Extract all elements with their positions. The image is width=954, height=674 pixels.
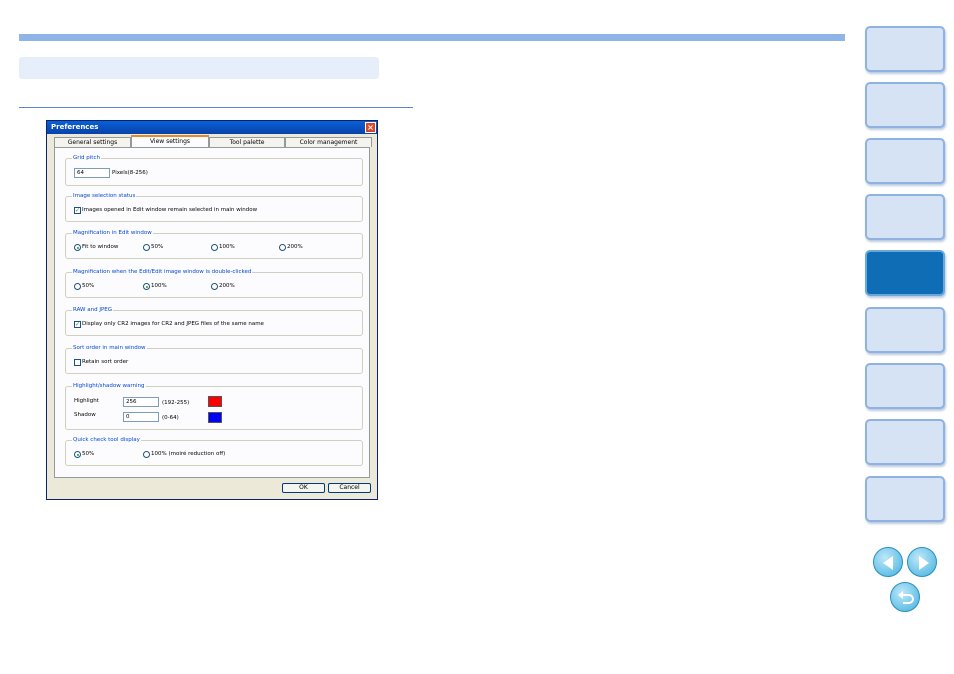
nav-button-4[interactable] bbox=[865, 194, 945, 240]
radio-label: 50% bbox=[82, 283, 95, 289]
group-title: Quick check tool display bbox=[72, 436, 141, 444]
grid-pitch-input[interactable]: 64 bbox=[74, 168, 110, 178]
nav-button-5[interactable] bbox=[865, 250, 945, 296]
ok-button[interactable]: OK bbox=[282, 483, 325, 493]
group-title: Grid pitch bbox=[72, 154, 101, 162]
image-selection-group: Image selection status ✓ Images opened i… bbox=[65, 192, 363, 222]
magnification-group: Magnification in Edit window Fit to wind… bbox=[65, 229, 363, 259]
group-title: Sort order in main window bbox=[72, 344, 147, 352]
radio-100[interactable] bbox=[143, 283, 150, 290]
tab-general-settings[interactable]: General settings bbox=[54, 137, 131, 147]
radio-fit-to-window[interactable] bbox=[74, 244, 81, 251]
tab-view-settings[interactable]: View settings bbox=[131, 135, 209, 147]
shadow-color-swatch[interactable] bbox=[208, 412, 222, 423]
preferences-dialog: Preferences × General settings View sett… bbox=[46, 120, 378, 500]
radio-label: 200% bbox=[287, 244, 303, 250]
tab-color-management[interactable]: Color management bbox=[285, 137, 372, 147]
raw-jpeg-checkbox[interactable]: ✓ bbox=[74, 321, 81, 328]
group-title: Image selection status bbox=[72, 192, 137, 200]
nav-button-2[interactable] bbox=[865, 82, 945, 128]
highlight-input[interactable]: 256 bbox=[123, 397, 159, 407]
section-heading-bar bbox=[19, 57, 379, 79]
dialog-title: Preferences bbox=[47, 121, 377, 134]
highlight-range: (192-255) bbox=[162, 400, 190, 406]
tab-bar: General settings View settings Tool pale… bbox=[54, 135, 372, 147]
return-icon[interactable] bbox=[890, 582, 920, 612]
grid-pitch-group: Grid pitch 64 Pixels(8-256) bbox=[65, 154, 363, 186]
radio-50[interactable] bbox=[143, 244, 150, 251]
next-page-icon[interactable] bbox=[907, 547, 937, 577]
previous-page-icon[interactable] bbox=[873, 547, 903, 577]
radio-label: 100% (moiré reduction off) bbox=[151, 451, 226, 457]
highlight-color-swatch[interactable] bbox=[208, 396, 222, 407]
retain-sort-order-label: Retain sort order bbox=[82, 359, 129, 365]
shadow-range: (0-64) bbox=[162, 415, 179, 421]
radio-label: 100% bbox=[151, 283, 167, 289]
nav-button-9[interactable] bbox=[865, 476, 945, 522]
group-title: RAW and JPEG bbox=[72, 306, 114, 314]
raw-jpeg-group: RAW and JPEG ✓ Display only CR2 images f… bbox=[65, 306, 363, 336]
radio-label: Fit to window bbox=[82, 244, 119, 250]
radio-50[interactable] bbox=[74, 451, 81, 458]
radio-label: 200% bbox=[219, 283, 235, 289]
header-bar bbox=[19, 34, 845, 41]
magnification-double-click-group: Magnification when the Edit/Edit image w… bbox=[65, 268, 363, 298]
highlight-label: Highlight bbox=[74, 398, 99, 404]
nav-button-6[interactable] bbox=[865, 307, 945, 353]
radio-label: 100% bbox=[219, 244, 235, 250]
group-title: Highlight/shadow warning bbox=[72, 382, 146, 390]
sort-order-group: Sort order in main window Retain sort or… bbox=[65, 344, 363, 374]
retain-sort-order-checkbox[interactable] bbox=[74, 359, 81, 366]
radio-100[interactable] bbox=[211, 244, 218, 251]
nav-button-7[interactable] bbox=[865, 363, 945, 409]
section-divider bbox=[19, 107, 413, 108]
grid-pitch-range: Pixels(8-256) bbox=[112, 170, 148, 176]
tab-tool-palette[interactable]: Tool palette bbox=[209, 137, 285, 147]
radio-100-moire-off[interactable] bbox=[143, 451, 150, 458]
group-title: Magnification when the Edit/Edit image w… bbox=[72, 268, 253, 276]
nav-button-8[interactable] bbox=[865, 419, 945, 465]
radio-50[interactable] bbox=[74, 283, 81, 290]
shadow-label: Shadow bbox=[74, 412, 96, 418]
group-title: Magnification in Edit window bbox=[72, 229, 153, 237]
close-icon[interactable]: × bbox=[365, 122, 376, 133]
raw-jpeg-label: Display only CR2 images for CR2 and JPEG… bbox=[82, 321, 264, 327]
quick-check-group: Quick check tool display 50% 100% (moiré… bbox=[65, 436, 363, 466]
view-settings-panel: Grid pitch 64 Pixels(8-256) Image select… bbox=[54, 147, 370, 478]
image-selection-label: Images opened in Edit window remain sele… bbox=[82, 207, 258, 213]
nav-button-3[interactable] bbox=[865, 138, 945, 184]
radio-200[interactable] bbox=[211, 283, 218, 290]
radio-200[interactable] bbox=[279, 244, 286, 251]
nav-button-1[interactable] bbox=[865, 26, 945, 72]
image-selection-checkbox[interactable]: ✓ bbox=[74, 207, 81, 214]
shadow-input[interactable]: 0 bbox=[123, 412, 159, 422]
radio-label: 50% bbox=[82, 451, 95, 457]
radio-label: 50% bbox=[151, 244, 164, 250]
cancel-button[interactable]: Cancel bbox=[328, 483, 371, 493]
highlight-shadow-group: Highlight/shadow warning Highlight 256 (… bbox=[65, 382, 363, 430]
